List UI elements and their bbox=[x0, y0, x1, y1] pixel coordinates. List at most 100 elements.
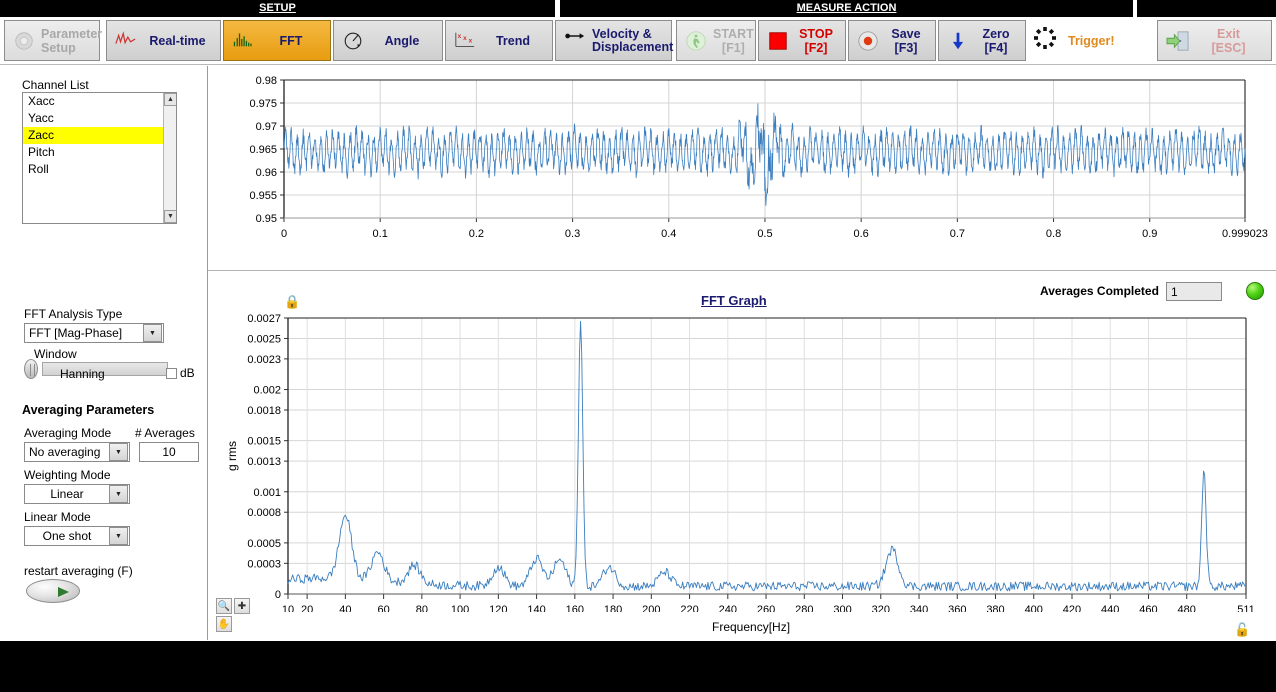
measure-action-section-label: MEASURE ACTION bbox=[796, 2, 897, 14]
lock-icon[interactable]: 🔒 bbox=[284, 294, 300, 310]
weighting-mode-value: Linear bbox=[50, 487, 84, 501]
chart-divider bbox=[208, 270, 1276, 271]
weighting-mode-select[interactable]: Linear ▼ bbox=[24, 484, 130, 504]
chevron-down-icon[interactable]: ▼ bbox=[109, 443, 128, 461]
averages-completed-label: Averages Completed bbox=[1040, 284, 1159, 298]
zero-label: Zero bbox=[982, 26, 1010, 41]
svg-text:0.1: 0.1 bbox=[373, 228, 388, 240]
chevron-down-icon[interactable]: ▼ bbox=[109, 527, 128, 545]
svg-text:460: 460 bbox=[1139, 604, 1157, 612]
chevron-down-icon[interactable]: ▼ bbox=[109, 485, 128, 503]
parameter-setup-label-line1: Parameter bbox=[41, 26, 103, 41]
svg-text:0.002: 0.002 bbox=[253, 385, 281, 397]
restart-averaging-button[interactable] bbox=[26, 579, 80, 603]
channel-item-2[interactable]: Zacc bbox=[23, 127, 176, 144]
linear-mode-select[interactable]: One shot ▼ bbox=[24, 526, 130, 546]
scroll-down-icon[interactable]: ▼ bbox=[164, 210, 176, 223]
averaging-mode-value: No averaging bbox=[29, 445, 101, 459]
channel-list-scrollbar[interactable]: ▲ ▼ bbox=[163, 93, 176, 223]
pan-hand-icon[interactable]: ✋ bbox=[216, 616, 232, 632]
svg-text:260: 260 bbox=[757, 604, 775, 612]
fft-analysis-type-value: FFT [Mag-Phase] bbox=[29, 326, 123, 340]
db-checkbox[interactable] bbox=[166, 367, 177, 379]
svg-text:0.975: 0.975 bbox=[249, 98, 277, 110]
start-label: START bbox=[713, 26, 754, 41]
zero-button[interactable]: Zero [F4] bbox=[938, 20, 1026, 61]
stop-button[interactable]: STOP [F2] bbox=[758, 20, 846, 61]
chart-tool-palette[interactable]: 🔍 ✚ ✋ bbox=[214, 598, 264, 634]
channel-item-1[interactable]: Yacc bbox=[23, 110, 176, 127]
window-slider-knob[interactable] bbox=[24, 359, 38, 379]
svg-text:300: 300 bbox=[833, 604, 851, 612]
svg-text:0.0005: 0.0005 bbox=[247, 538, 281, 550]
svg-text:120: 120 bbox=[489, 604, 507, 612]
channel-item-4[interactable]: Roll bbox=[23, 161, 176, 178]
db-checkbox-group[interactable]: dB bbox=[166, 366, 195, 380]
svg-text:0.965: 0.965 bbox=[249, 144, 277, 156]
averaging-parameters-title: Averaging Parameters bbox=[22, 403, 155, 417]
svg-text:0.0027: 0.0027 bbox=[247, 313, 281, 325]
linear-mode-label: Linear Mode bbox=[24, 510, 91, 524]
tab-fft[interactable]: FFT bbox=[223, 20, 331, 61]
record-dot-icon bbox=[857, 30, 879, 52]
svg-text:400: 400 bbox=[1025, 604, 1043, 612]
svg-text:0: 0 bbox=[281, 228, 287, 240]
num-averages-label: # Averages bbox=[135, 426, 195, 440]
parameter-setup-button[interactable]: Parameter Setup bbox=[4, 20, 103, 61]
tab-velocity-displacement[interactable]: Velocity & Displacement bbox=[555, 20, 673, 61]
window-label: Window bbox=[34, 347, 77, 361]
tab-trend[interactable]: xxx Trend bbox=[445, 20, 553, 61]
svg-text:0.999023: 0.999023 bbox=[1222, 228, 1268, 240]
averaging-mode-select[interactable]: No averaging ▼ bbox=[24, 442, 130, 462]
svg-text:0.0015: 0.0015 bbox=[247, 436, 281, 448]
fft-analysis-type-label: FFT Analysis Type bbox=[24, 307, 123, 321]
restart-averaging-label: restart averaging (F) bbox=[24, 564, 133, 578]
svg-text:0.2: 0.2 bbox=[469, 228, 484, 240]
svg-text:200: 200 bbox=[642, 604, 660, 612]
weighting-mode-label: Weighting Mode bbox=[24, 468, 111, 482]
channel-list[interactable]: Xacc Yacc Zacc Pitch Roll ▲ ▼ bbox=[22, 92, 177, 224]
tab-angle[interactable]: Angle bbox=[333, 20, 443, 61]
svg-text:480: 480 bbox=[1178, 604, 1196, 612]
status-led bbox=[1246, 282, 1264, 300]
time-waveform-chart: 0.95 0.955 0.96 0.965 0.97 0.975 0.98 0 0.1 0.2 0.… bbox=[249, 75, 1268, 240]
svg-text:360: 360 bbox=[948, 604, 966, 612]
window-value: Hanning bbox=[60, 367, 105, 381]
svg-text:x: x bbox=[458, 33, 462, 40]
tab-angle-label: Angle bbox=[384, 33, 420, 48]
chevron-down-icon[interactable]: ▼ bbox=[143, 324, 162, 342]
svg-text:0.0023: 0.0023 bbox=[247, 354, 281, 366]
crosshair-icon[interactable]: ✚ bbox=[234, 598, 250, 614]
svg-text:40: 40 bbox=[339, 604, 351, 612]
tab-realtime[interactable]: Real-time bbox=[106, 20, 221, 61]
waveform-icon bbox=[115, 30, 137, 52]
zero-hotkey: [F4] bbox=[984, 40, 1008, 55]
channel-item-3[interactable]: Pitch bbox=[23, 144, 176, 161]
fft-analysis-type-select[interactable]: FFT [Mag-Phase] ▼ bbox=[24, 323, 164, 343]
status-bar: ibration SensingSystem v3.0.0 BT Measuri… bbox=[0, 641, 1276, 692]
svg-text:0.0003: 0.0003 bbox=[247, 558, 281, 570]
svg-text:0.0008: 0.0008 bbox=[247, 507, 281, 519]
exit-button[interactable]: Exit [ESC] bbox=[1157, 20, 1272, 61]
channel-item-0[interactable]: Xacc bbox=[23, 93, 176, 110]
fft-spectrum-chart: 0 0.0003 0.0005 0.0008 0.001 0.0013 0.0015 0.00… bbox=[225, 313, 1255, 612]
svg-text:0.9: 0.9 bbox=[1142, 228, 1157, 240]
angle-gauge-icon bbox=[342, 30, 364, 52]
save-button[interactable]: Save [F3] bbox=[848, 20, 936, 61]
svg-text:0.4: 0.4 bbox=[661, 228, 676, 240]
stop-label: STOP bbox=[799, 26, 833, 41]
zoom-icon[interactable]: 🔍 bbox=[216, 598, 232, 614]
svg-text:0.96: 0.96 bbox=[256, 167, 277, 179]
application-window: SETUP MEASURE ACTION Parameter Setup Rea… bbox=[0, 0, 1276, 692]
svg-text:x: x bbox=[463, 35, 467, 42]
fft-graph-title: FFT Graph bbox=[701, 293, 767, 308]
tab-velocity-label-line1: Velocity & bbox=[592, 26, 652, 41]
lock-icon-bottom[interactable]: 🔓 bbox=[1234, 622, 1250, 638]
num-averages-input[interactable]: 10 bbox=[139, 442, 199, 462]
svg-text:x: x bbox=[469, 37, 473, 44]
trigger-indicator[interactable]: Trigger! bbox=[1032, 20, 1152, 61]
start-button[interactable]: START [F1] bbox=[676, 20, 756, 61]
scroll-up-icon[interactable]: ▲ bbox=[164, 93, 176, 106]
tab-realtime-label: Real-time bbox=[149, 33, 206, 48]
linear-mode-value: One shot bbox=[42, 529, 92, 543]
